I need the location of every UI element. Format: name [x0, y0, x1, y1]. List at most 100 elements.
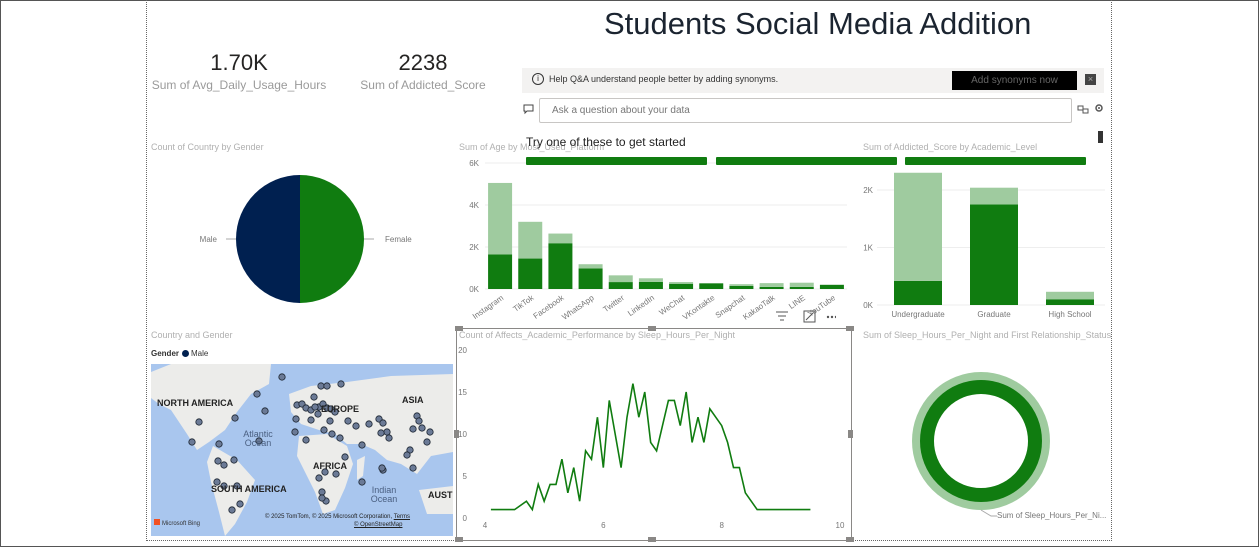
map-marker[interactable] [358, 441, 366, 449]
focus-mode-icon[interactable] [803, 310, 816, 323]
map-marker[interactable] [365, 420, 373, 428]
map-marker[interactable] [214, 457, 222, 465]
map-marker[interactable] [328, 430, 336, 438]
map-marker[interactable] [320, 426, 328, 434]
map-marker[interactable] [378, 464, 386, 472]
resize-handle[interactable] [648, 537, 656, 542]
map-marker[interactable] [231, 414, 239, 422]
bar-segment[interactable] [819, 284, 844, 289]
map-marker[interactable] [318, 494, 326, 502]
qa-scrollbar[interactable] [1098, 131, 1103, 143]
bar-segment[interactable] [789, 286, 814, 289]
qa-suggestion-pill[interactable] [526, 157, 707, 165]
bar-segment[interactable] [669, 283, 694, 289]
filter-icon[interactable] [776, 311, 788, 321]
bar-segment[interactable] [518, 258, 543, 289]
bar-segment[interactable] [608, 275, 633, 283]
platform-bar-chart[interactable]: 0K2K4K6KInstagram TikTokFacebookWhatsApp T… [455, 152, 850, 327]
map-markers[interactable] [151, 364, 453, 536]
map-marker[interactable] [311, 403, 319, 411]
osm-link[interactable]: © OpenStreetMap [354, 522, 402, 528]
map-marker[interactable] [383, 428, 391, 436]
resize-handle[interactable] [846, 537, 854, 542]
map-marker[interactable] [379, 419, 387, 427]
qa-suggestion-pill[interactable] [716, 157, 897, 165]
map-marker[interactable] [302, 436, 310, 444]
map-marker[interactable] [352, 422, 360, 430]
bar-segment[interactable] [638, 278, 663, 282]
map-marker[interactable] [344, 417, 352, 425]
bar-segment[interactable] [1046, 291, 1094, 300]
terms-link[interactable]: Terms [394, 514, 410, 520]
bar-segment[interactable] [970, 204, 1018, 305]
map-marker[interactable] [228, 506, 236, 514]
map-marker[interactable] [337, 380, 345, 388]
map-marker[interactable] [195, 418, 203, 426]
map-marker[interactable] [278, 373, 286, 381]
series-line[interactable] [490, 383, 811, 512]
pie-slice-female[interactable] [300, 175, 364, 303]
map-marker[interactable] [291, 428, 299, 436]
bar-segment[interactable] [729, 285, 754, 289]
kpi-card-addicted-score[interactable]: 2238 Sum of Addicted_Score [358, 50, 488, 92]
world-map[interactable]: NORTH AMERICA EUROPE ASIA AFRICA SOUTH A… [151, 364, 453, 536]
map-marker[interactable] [409, 425, 417, 433]
map-marker[interactable] [318, 488, 326, 496]
map-marker[interactable] [307, 416, 315, 424]
map-marker[interactable] [310, 393, 318, 401]
resize-handle[interactable] [846, 326, 854, 331]
bar-segment[interactable] [638, 281, 663, 289]
resize-handle[interactable] [455, 537, 463, 542]
share-icon[interactable] [1077, 103, 1089, 115]
qa-suggestion-pill[interactable] [905, 157, 1086, 165]
qa-question-input[interactable]: Ask a question about your data [539, 98, 1072, 123]
settings-gear-icon[interactable] [1094, 103, 1104, 113]
bar-segment[interactable] [578, 264, 603, 269]
bar-segment[interactable] [548, 233, 573, 244]
add-synonyms-button[interactable]: Add synonyms now [952, 71, 1077, 90]
bar-segment[interactable] [789, 282, 814, 287]
map-marker[interactable] [332, 470, 340, 478]
map-marker[interactable] [403, 451, 411, 459]
map-marker[interactable] [220, 461, 228, 469]
map-marker[interactable] [317, 382, 325, 390]
bar-segment[interactable] [759, 286, 784, 289]
map-marker[interactable] [323, 382, 331, 390]
sleep-donut-chart[interactable]: Sum of Sleep_Hours_Per_Ni... [905, 370, 1115, 530]
bar-segment[interactable] [488, 254, 513, 289]
map-marker[interactable] [315, 474, 323, 482]
map-marker[interactable] [423, 438, 431, 446]
bar-segment[interactable] [518, 221, 543, 259]
map-marker[interactable] [341, 453, 349, 461]
bar-segment[interactable] [699, 283, 724, 289]
map-marker[interactable] [336, 434, 344, 442]
map-marker[interactable] [326, 417, 334, 425]
map-marker[interactable] [230, 456, 238, 464]
gender-pie-chart[interactable]: Male Female [190, 165, 430, 315]
map-marker[interactable] [426, 428, 434, 436]
bar-segment[interactable] [894, 172, 942, 281]
more-options-icon[interactable] [826, 315, 836, 319]
bar-segment[interactable] [894, 280, 942, 305]
bar-segment[interactable] [759, 283, 784, 287]
pie-slice-male[interactable] [236, 175, 300, 303]
bar-segment[interactable] [970, 187, 1018, 205]
map-marker[interactable] [377, 429, 385, 437]
map-marker[interactable] [292, 415, 300, 423]
sleep-line-chart[interactable]: 0 5 10 15 20 4 6 8 10 [455, 340, 850, 535]
map-marker[interactable] [253, 390, 261, 398]
donut-inner-ring[interactable] [920, 380, 1042, 502]
map-marker[interactable] [418, 424, 426, 432]
map-marker[interactable] [188, 438, 196, 446]
map-marker[interactable] [261, 407, 269, 415]
map-marker[interactable] [358, 478, 366, 486]
map-marker[interactable] [385, 434, 393, 442]
bar-segment[interactable] [488, 182, 513, 255]
map-marker[interactable] [409, 464, 417, 472]
academic-bar-chart[interactable]: 0K 1K 2K Undergraduate Graduate High School [855, 152, 1110, 327]
bar-segment[interactable] [578, 268, 603, 289]
bar-segment[interactable] [1046, 299, 1094, 305]
bar-segment[interactable] [548, 243, 573, 289]
kpi-card-usage-hours[interactable]: 1.70K Sum of Avg_Daily_Usage_Hours [150, 50, 328, 92]
map-marker[interactable] [236, 500, 244, 508]
